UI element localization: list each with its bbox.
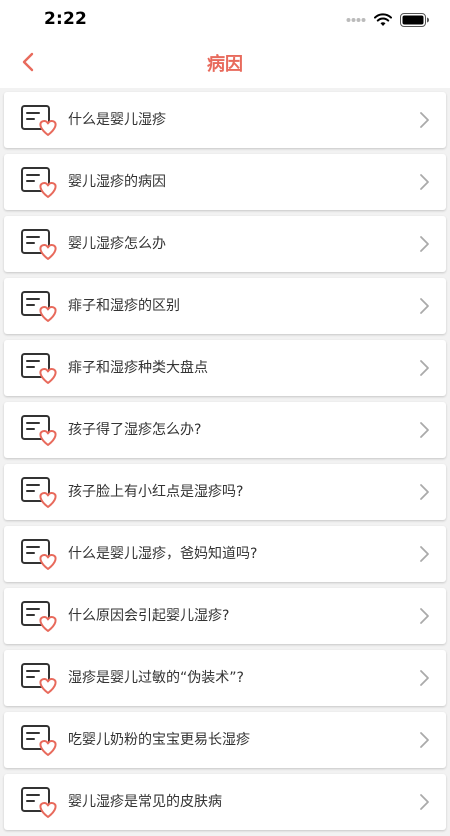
- chevron-right-icon: [420, 794, 429, 810]
- list-item-label: 什么是婴儿湿疹，爸妈知道吗?: [68, 546, 258, 562]
- chevron-right-icon: [420, 608, 429, 624]
- status-time: 2:22: [44, 9, 88, 29]
- document-heart-icon: [21, 167, 57, 198]
- list-item-label: 什么原因会引起婴儿湿疹?: [68, 608, 230, 624]
- chevron-right-icon: [420, 236, 429, 252]
- list-item-2[interactable]: 婴儿湿疹的病因: [4, 154, 446, 210]
- chevron-right-icon: [420, 112, 429, 128]
- chevron-right-icon: [420, 670, 429, 686]
- document-heart-icon: [21, 787, 57, 818]
- document-heart-icon: [21, 353, 57, 384]
- list-item-9[interactable]: 什么原因会引起婴儿湿疹?: [4, 588, 446, 644]
- list-item-label: 吃婴儿奶粉的宝宝更易长湿疹: [68, 732, 250, 748]
- page-title: 病因: [207, 54, 243, 75]
- document-heart-icon: [21, 663, 57, 694]
- battery-icon: [400, 13, 429, 27]
- list-item-label: 痱子和湿疹的区别: [68, 298, 180, 314]
- list-item-12[interactable]: 婴儿湿疹是常见的皮肤病: [4, 774, 446, 830]
- document-heart-icon: [21, 601, 57, 632]
- chevron-right-icon: [420, 360, 429, 376]
- list-item-6[interactable]: 孩子得了湿疹怎么办?: [4, 402, 446, 458]
- list-item-1[interactable]: 什么是婴儿湿疹: [4, 92, 446, 148]
- chevron-right-icon: [420, 298, 429, 314]
- chevron-right-icon: [420, 174, 429, 190]
- list-item-7[interactable]: 孩子脸上有小红点是湿疹吗?: [4, 464, 446, 520]
- chevron-right-icon: [420, 422, 429, 438]
- article-list: 什么是婴儿湿疹 婴儿湿疹的病因 婴儿湿疹怎么办 痱子和湿疹的区别 痱子和湿疹种类…: [0, 92, 450, 836]
- list-item-label: 孩子得了湿疹怎么办?: [68, 422, 202, 438]
- document-heart-icon: [21, 105, 57, 136]
- status-icons: [346, 12, 430, 28]
- document-heart-icon: [21, 477, 57, 508]
- list-item-10[interactable]: 湿疹是婴儿过敏的“伪装术”?: [4, 650, 446, 706]
- chevron-right-icon: [420, 732, 429, 748]
- wifi-icon: [374, 13, 392, 26]
- document-heart-icon: [21, 229, 57, 260]
- document-heart-icon: [21, 725, 57, 756]
- list-item-4[interactable]: 痱子和湿疹的区别: [4, 278, 446, 334]
- list-item-label: 婴儿湿疹是常见的皮肤病: [68, 794, 222, 810]
- list-item-label: 婴儿湿疹怎么办: [68, 236, 166, 252]
- list-item-label: 孩子脸上有小红点是湿疹吗?: [68, 484, 244, 500]
- list-item-5[interactable]: 痱子和湿疹种类大盘点: [4, 340, 446, 396]
- signal-icon: [346, 18, 366, 22]
- chevron-right-icon: [420, 484, 429, 500]
- document-heart-icon: [21, 539, 57, 570]
- list-item-label: 痱子和湿疹种类大盘点: [68, 360, 208, 376]
- chevron-right-icon: [420, 546, 429, 562]
- document-heart-icon: [21, 415, 57, 446]
- list-item-8[interactable]: 什么是婴儿湿疹，爸妈知道吗?: [4, 526, 446, 582]
- document-heart-icon: [21, 291, 57, 322]
- list-item-3[interactable]: 婴儿湿疹怎么办: [4, 216, 446, 272]
- status-bar: 2:22: [0, 0, 450, 38]
- list-item-label: 湿疹是婴儿过敏的“伪装术”?: [68, 670, 244, 686]
- list-item-11[interactable]: 吃婴儿奶粉的宝宝更易长湿疹: [4, 712, 446, 768]
- list-item-label: 什么是婴儿湿疹: [68, 112, 166, 128]
- nav-bar: 病因: [0, 38, 450, 88]
- list-item-label: 婴儿湿疹的病因: [68, 174, 166, 190]
